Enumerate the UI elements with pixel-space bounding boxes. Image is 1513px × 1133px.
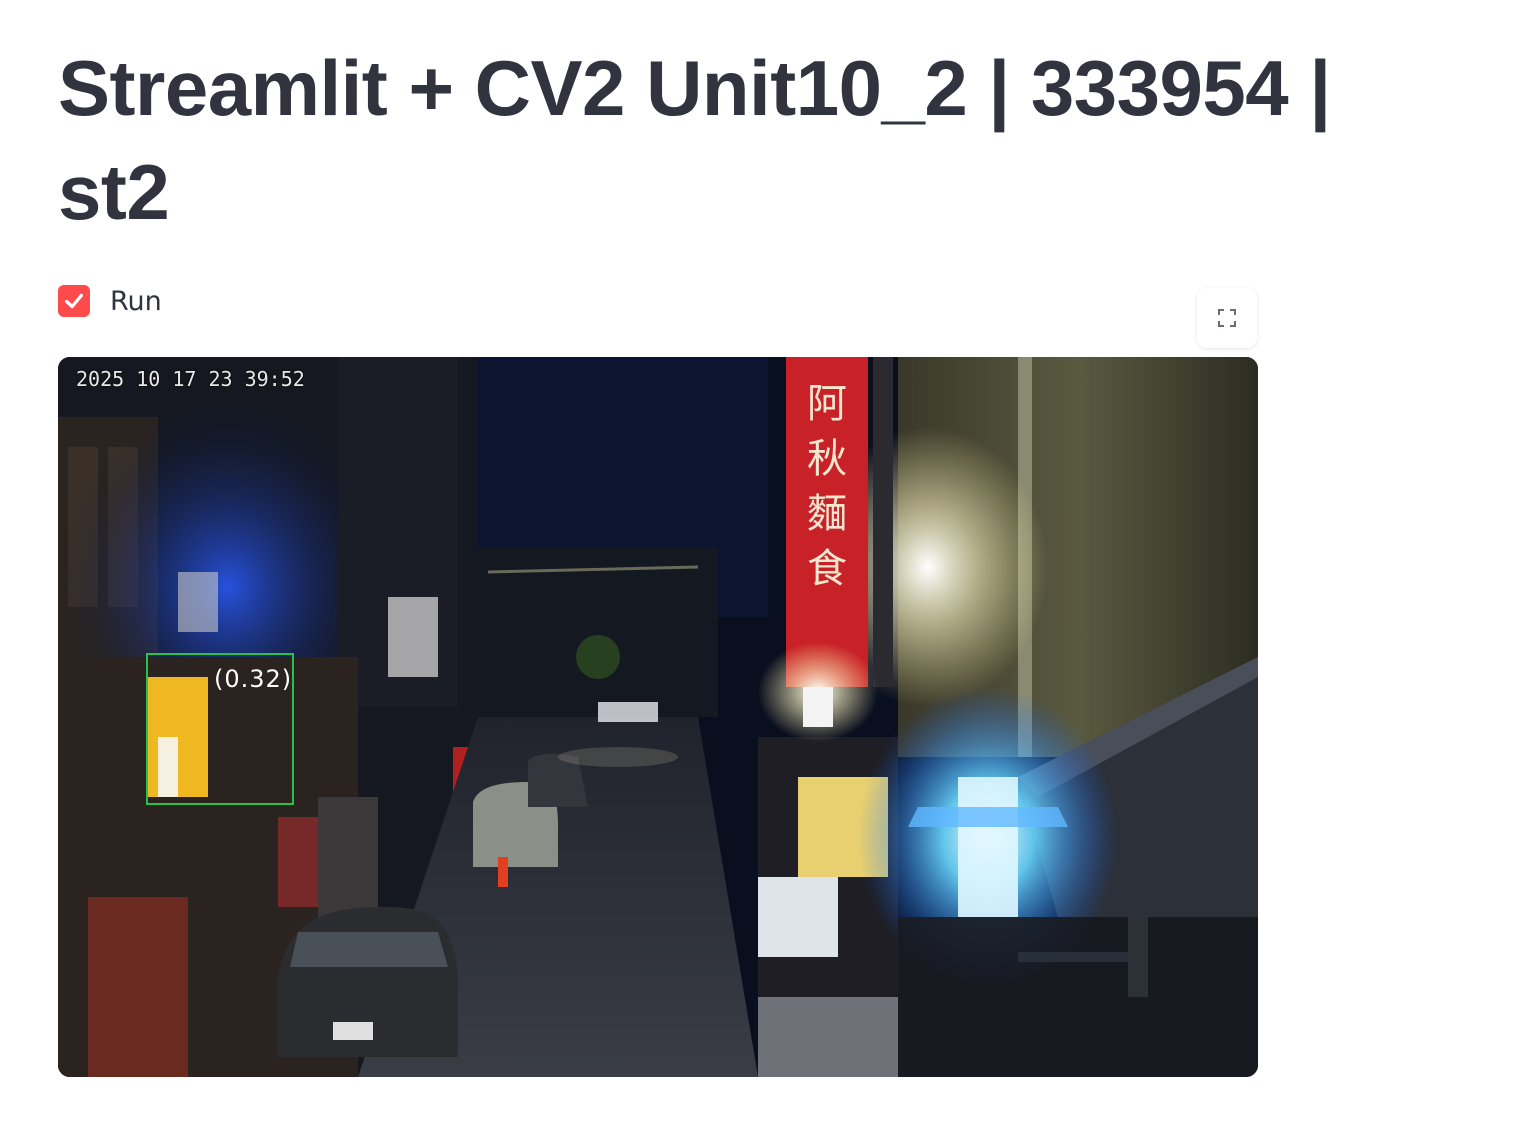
app-page: Streamlit + CV2 Unit10_2 | 333954 | st2 … bbox=[0, 0, 1513, 1133]
fullscreen-icon bbox=[1218, 309, 1236, 327]
fullscreen-button[interactable] bbox=[1197, 288, 1257, 348]
run-checkbox-label: Run bbox=[110, 285, 162, 317]
page-title: Streamlit + CV2 Unit10_2 | 333954 | st2 bbox=[58, 44, 1331, 236]
camera-feed-image: 阿 秋 麵 食 2025 10 17 23 39:52 (0.32) bbox=[58, 357, 1258, 1077]
camera-timestamp: 2025 10 17 23 39:52 bbox=[76, 367, 305, 391]
svg-text:阿: 阿 bbox=[807, 381, 847, 427]
checkbox-checked-indicator[interactable] bbox=[58, 285, 90, 317]
run-checkbox[interactable]: Run bbox=[58, 283, 162, 319]
svg-text:秋: 秋 bbox=[807, 436, 847, 482]
detection-label: (0.32) bbox=[214, 665, 293, 693]
svg-text:食: 食 bbox=[807, 546, 847, 592]
checkmark-icon bbox=[65, 293, 83, 309]
svg-text:麵: 麵 bbox=[807, 491, 847, 537]
